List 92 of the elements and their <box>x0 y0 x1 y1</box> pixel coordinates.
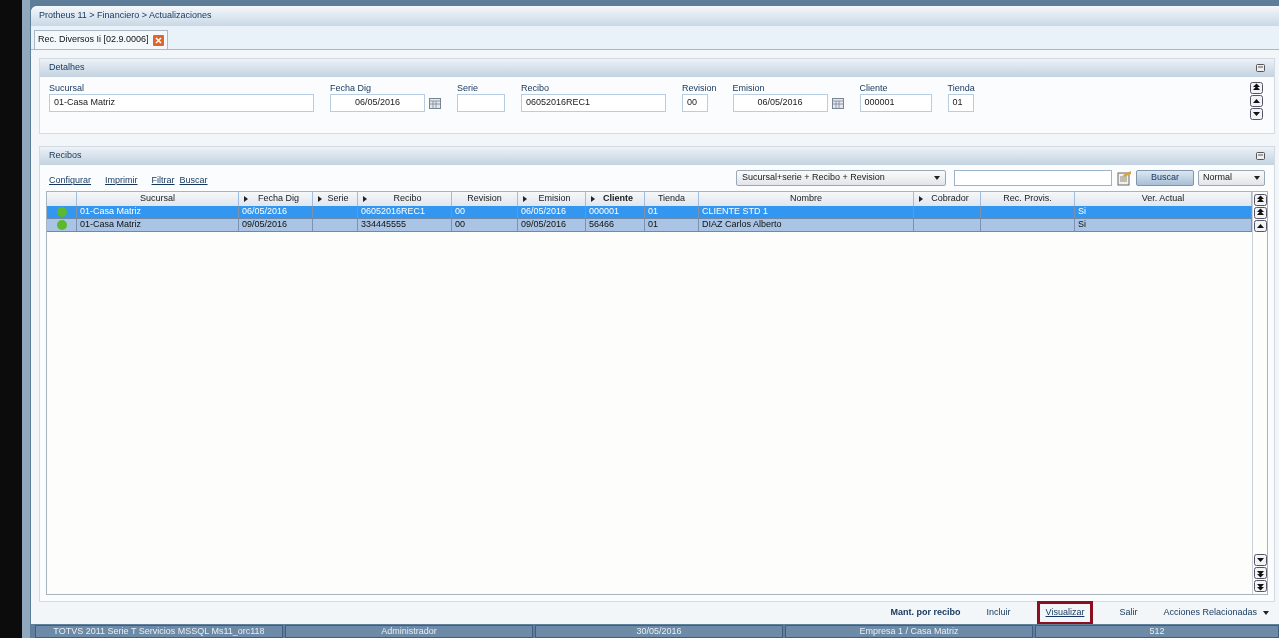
status-text: Empresa 1 / Casa Matriz <box>859 626 959 637</box>
status-text: TOTVS 2011 Serie T Servicios MSSQL Ms11_orc118 <box>53 626 265 637</box>
sort-arrow-icon <box>918 196 924 202</box>
table-cell: CLIENTE STD 1 <box>702 206 768 218</box>
input-field[interactable]: 01-Casa Matriz <box>49 94 314 112</box>
column-header[interactable]: Emision <box>528 192 581 206</box>
scroll-up-icon[interactable] <box>1253 220 1267 232</box>
table-cell: 01-Casa Matriz <box>80 219 142 231</box>
column-header[interactable]: Tienda <box>649 192 694 206</box>
column-header[interactable]: Sucursal <box>81 192 234 206</box>
table-cell: Si <box>1078 219 1086 231</box>
table-cell: 01 <box>648 219 658 231</box>
status-text: Administrador <box>381 626 437 637</box>
field-label: Sucursal <box>49 82 85 94</box>
table-cell: 09/05/2016 <box>521 219 567 231</box>
date-field[interactable]: 06/05/2016 <box>732 94 828 112</box>
column-header[interactable]: Recibo <box>368 192 447 206</box>
action-button[interactable]: Mant. por recibo <box>890 606 961 620</box>
search-button[interactable]: Buscar <box>1136 170 1194 186</box>
sort-arrow-icon <box>243 196 249 202</box>
status-text: 512 <box>1149 626 1165 637</box>
table-cell: DIAZ Carlos Alberto <box>702 219 782 231</box>
input-field[interactable]: 000001 <box>859 94 932 112</box>
input-field[interactable] <box>457 94 505 112</box>
column-header[interactable]: Cliente <box>596 192 640 206</box>
column-header[interactable]: Cobrador <box>924 192 976 206</box>
caret-icon <box>1254 175 1260 181</box>
breadcrumb: Protheus 11 > Financiero > Actualizaciones <box>39 9 212 23</box>
scroll-up-icon[interactable] <box>1250 95 1263 107</box>
sort-arrow-icon <box>362 196 368 202</box>
action-button[interactable]: Acciones Relacionadas <box>1163 606 1269 620</box>
column-header[interactable]: Fecha Dig <box>249 192 308 206</box>
action-button[interactable]: Salir <box>1119 606 1138 620</box>
scroll-up-page-icon[interactable] <box>1250 82 1263 94</box>
action-button[interactable]: Visualizar <box>1045 606 1085 620</box>
table-cell: 09/05/2016 <box>242 219 288 231</box>
column-header[interactable]: Ver. Actual <box>1079 192 1247 206</box>
sort-arrow-icon <box>522 196 528 202</box>
scroll-down-bottom-page-icon[interactable] <box>1253 580 1267 592</box>
table-cell: 01 <box>648 206 658 218</box>
table-cell: 00 <box>455 206 465 218</box>
scroll-up-top-page-icon[interactable] <box>1253 194 1267 206</box>
column-header[interactable]: Rec. Provis. <box>985 192 1070 206</box>
calendar-icon[interactable] <box>429 97 441 109</box>
scroll-down-icon[interactable] <box>1250 108 1263 120</box>
input-field[interactable]: 06052016REC1 <box>521 94 666 112</box>
toolbar-link[interactable]: Configurar <box>49 174 92 188</box>
input-field[interactable]: 01 <box>947 94 974 112</box>
tab[interactable]: Rec. Diversos Ii [02.9.0006] <box>34 30 168 49</box>
column-header[interactable]: Nombre <box>703 192 909 206</box>
table-cell: 06/05/2016 <box>242 206 288 218</box>
field-label: Recibo <box>521 82 550 94</box>
sort-arrow-icon <box>590 196 596 202</box>
toolbar-link[interactable]: Filtrar <box>151 174 175 188</box>
search-field[interactable] <box>954 170 1112 186</box>
field-label: Cliente <box>859 82 889 94</box>
scroll-up-page-icon[interactable] <box>1253 207 1267 219</box>
minimize-icon[interactable] <box>1256 152 1265 160</box>
table-cell: 06/05/2016 <box>521 206 567 218</box>
panel-title: Detalhes <box>49 61 85 75</box>
date-field[interactable]: 06/05/2016 <box>330 94 425 112</box>
table-cell: 000001 <box>589 206 620 218</box>
scroll-down-page-icon[interactable] <box>1253 567 1267 579</box>
table-cell: Si <box>1078 206 1086 218</box>
input-field[interactable]: 00 <box>682 94 708 112</box>
scroll-down-icon[interactable] <box>1253 554 1267 566</box>
column-header[interactable]: Revision <box>456 192 513 206</box>
sort-arrow-icon <box>317 196 323 202</box>
table-row[interactable]: 01-Casa Matriz 09/05/2016 334445555 00 09/05/2016 56466 01 DIAZ Carlos Alberto Si <box>47 219 1252 232</box>
index-select[interactable]: Sucursal+serie + Recibo + Revision <box>736 170 946 186</box>
toolbar-link[interactable]: Buscar <box>179 174 208 188</box>
field-label: Tienda <box>947 82 975 94</box>
table-cell: 00 <box>455 219 465 231</box>
status-text: 30/05/2016 <box>636 626 682 637</box>
calendar-icon[interactable] <box>831 97 844 109</box>
field-label: Emision <box>732 82 766 94</box>
minimize-icon[interactable] <box>1256 64 1265 72</box>
field-label: Fecha Dig <box>330 82 373 94</box>
table-cell: 334445555 <box>361 219 407 231</box>
toolbar-link[interactable]: Imprimir <box>105 174 138 188</box>
table-cell: 56466 <box>589 219 615 231</box>
field-label: Serie <box>457 82 479 94</box>
action-button[interactable]: Incluir <box>986 606 1011 620</box>
caret-icon <box>1263 610 1269 616</box>
field-label: Revision <box>682 82 717 94</box>
table-cell: 06052016REC1 <box>361 206 426 218</box>
table-cell: 01-Casa Matriz <box>80 206 142 218</box>
close-icon[interactable] <box>152 34 164 46</box>
view-select[interactable]: Normal <box>1198 170 1265 186</box>
caret-icon <box>934 175 940 181</box>
panel-title: Recibos <box>49 149 82 163</box>
column-header[interactable]: Serie <box>323 192 353 206</box>
